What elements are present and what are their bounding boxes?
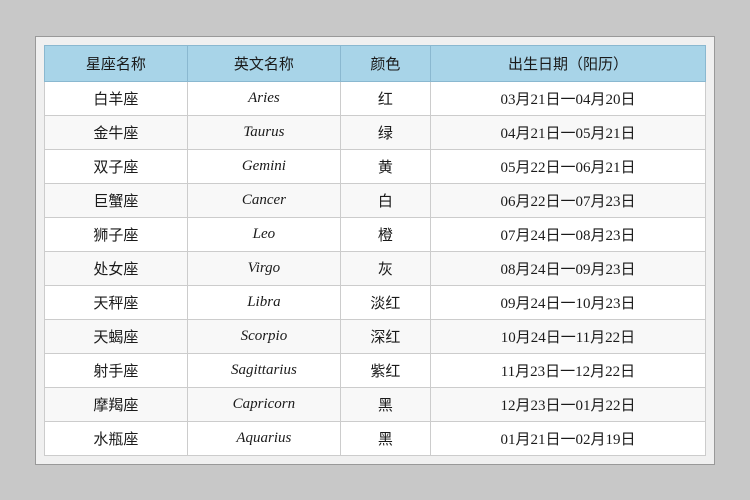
table-row: 狮子座Leo橙07月24日一08月23日 — [45, 217, 706, 251]
cell-6-3: 09月24日一10月23日 — [430, 285, 705, 319]
cell-1-2: 绿 — [340, 115, 430, 149]
cell-3-0: 巨蟹座 — [45, 183, 188, 217]
cell-9-3: 12月23日一01月22日 — [430, 387, 705, 421]
table-row: 天秤座Libra淡红09月24日一10月23日 — [45, 285, 706, 319]
cell-8-1: Sagittarius — [187, 353, 340, 387]
cell-5-1: Virgo — [187, 251, 340, 285]
header-col-0: 星座名称 — [45, 45, 188, 81]
cell-3-2: 白 — [340, 183, 430, 217]
cell-9-2: 黑 — [340, 387, 430, 421]
cell-0-0: 白羊座 — [45, 81, 188, 115]
cell-7-2: 深红 — [340, 319, 430, 353]
cell-1-3: 04月21日一05月21日 — [430, 115, 705, 149]
zodiac-table-container: 星座名称英文名称颜色出生日期（阳历） 白羊座Aries红03月21日一04月20… — [35, 36, 715, 465]
cell-3-1: Cancer — [187, 183, 340, 217]
table-row: 巨蟹座Cancer白06月22日一07月23日 — [45, 183, 706, 217]
cell-2-2: 黄 — [340, 149, 430, 183]
cell-8-0: 射手座 — [45, 353, 188, 387]
cell-2-3: 05月22日一06月21日 — [430, 149, 705, 183]
cell-1-1: Taurus — [187, 115, 340, 149]
cell-6-2: 淡红 — [340, 285, 430, 319]
cell-10-0: 水瓶座 — [45, 421, 188, 455]
cell-6-1: Libra — [187, 285, 340, 319]
cell-10-2: 黑 — [340, 421, 430, 455]
cell-4-3: 07月24日一08月23日 — [430, 217, 705, 251]
cell-4-0: 狮子座 — [45, 217, 188, 251]
cell-2-0: 双子座 — [45, 149, 188, 183]
cell-4-1: Leo — [187, 217, 340, 251]
cell-10-3: 01月21日一02月19日 — [430, 421, 705, 455]
table-row: 双子座Gemini黄05月22日一06月21日 — [45, 149, 706, 183]
cell-7-0: 天蝎座 — [45, 319, 188, 353]
cell-6-0: 天秤座 — [45, 285, 188, 319]
cell-0-1: Aries — [187, 81, 340, 115]
table-row: 金牛座Taurus绿04月21日一05月21日 — [45, 115, 706, 149]
cell-5-0: 处女座 — [45, 251, 188, 285]
cell-0-2: 红 — [340, 81, 430, 115]
header-col-3: 出生日期（阳历） — [430, 45, 705, 81]
cell-9-0: 摩羯座 — [45, 387, 188, 421]
cell-10-1: Aquarius — [187, 421, 340, 455]
table-row: 处女座Virgo灰08月24日一09月23日 — [45, 251, 706, 285]
table-row: 白羊座Aries红03月21日一04月20日 — [45, 81, 706, 115]
cell-4-2: 橙 — [340, 217, 430, 251]
cell-0-3: 03月21日一04月20日 — [430, 81, 705, 115]
cell-5-2: 灰 — [340, 251, 430, 285]
cell-8-3: 11月23日一12月22日 — [430, 353, 705, 387]
cell-3-3: 06月22日一07月23日 — [430, 183, 705, 217]
zodiac-table: 星座名称英文名称颜色出生日期（阳历） 白羊座Aries红03月21日一04月20… — [44, 45, 706, 456]
table-row: 摩羯座Capricorn黑12月23日一01月22日 — [45, 387, 706, 421]
table-row: 天蝎座Scorpio深红10月24日一11月22日 — [45, 319, 706, 353]
cell-1-0: 金牛座 — [45, 115, 188, 149]
cell-5-3: 08月24日一09月23日 — [430, 251, 705, 285]
cell-2-1: Gemini — [187, 149, 340, 183]
cell-9-1: Capricorn — [187, 387, 340, 421]
table-header-row: 星座名称英文名称颜色出生日期（阳历） — [45, 45, 706, 81]
cell-7-3: 10月24日一11月22日 — [430, 319, 705, 353]
table-row: 射手座Sagittarius紫红11月23日一12月22日 — [45, 353, 706, 387]
table-row: 水瓶座Aquarius黑01月21日一02月19日 — [45, 421, 706, 455]
table-body: 白羊座Aries红03月21日一04月20日金牛座Taurus绿04月21日一0… — [45, 81, 706, 455]
header-col-2: 颜色 — [340, 45, 430, 81]
cell-8-2: 紫红 — [340, 353, 430, 387]
cell-7-1: Scorpio — [187, 319, 340, 353]
header-col-1: 英文名称 — [187, 45, 340, 81]
